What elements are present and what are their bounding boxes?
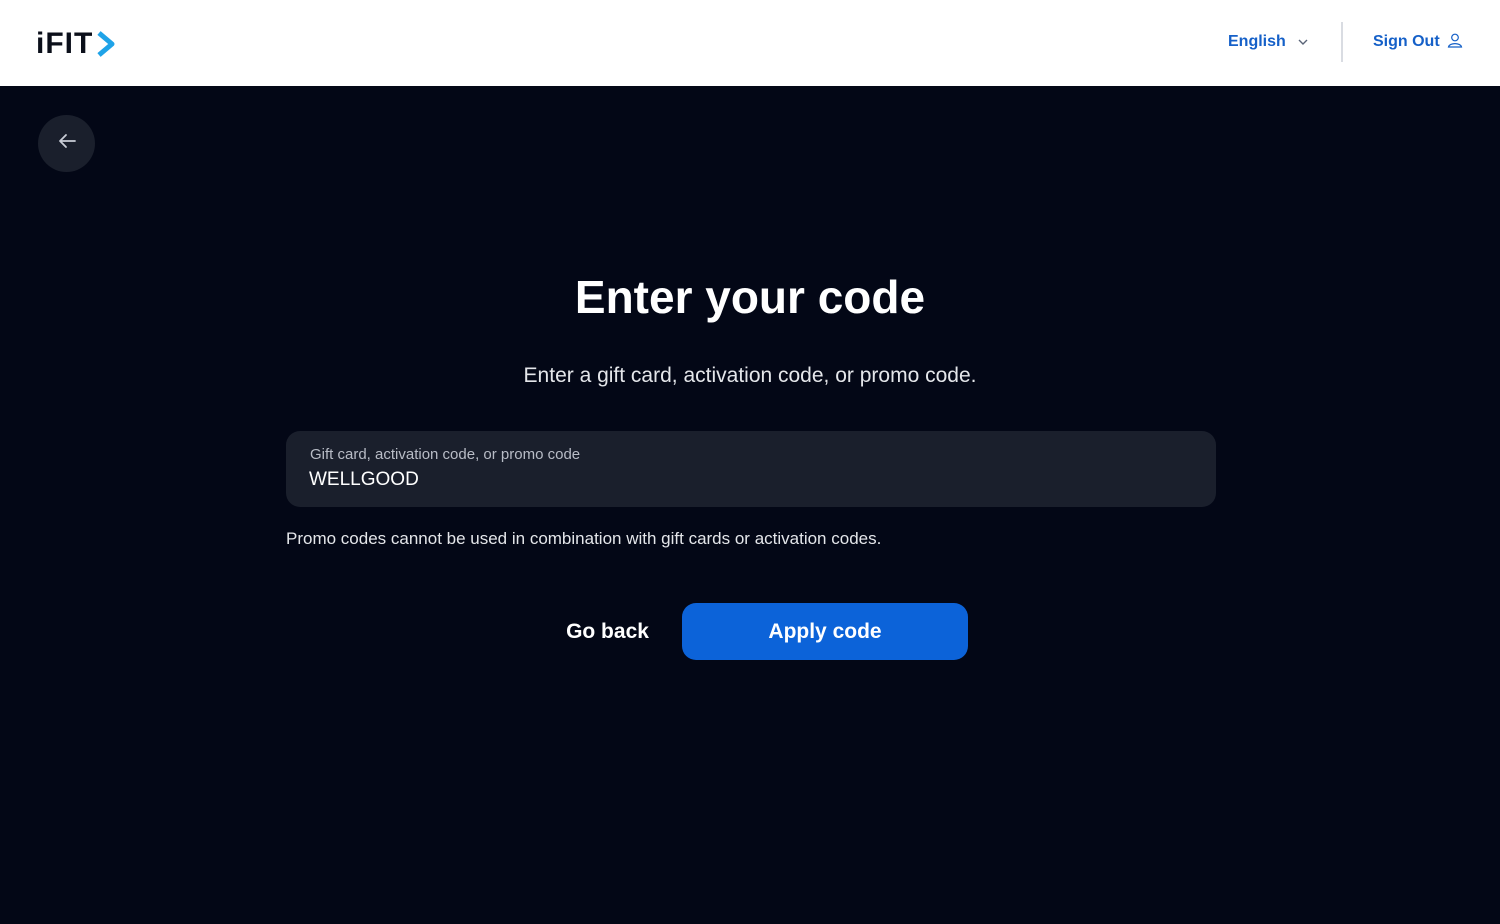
code-input[interactable]	[309, 469, 1189, 491]
promo-note: Promo codes cannot be used in combinatio…	[286, 529, 882, 548]
language-label: English	[1228, 33, 1286, 50]
page-title: Enter your code	[574, 271, 926, 323]
sign-out-button[interactable]: Sign Out	[1373, 30, 1463, 54]
sign-out-label: Sign Out	[1373, 33, 1440, 50]
top-header: iFIT English Sign Out	[0, 0, 1500, 86]
code-field[interactable]: Gift card, activation code, or promo cod…	[286, 431, 1216, 507]
apply-code-button[interactable]: Apply code	[682, 603, 968, 660]
language-selector[interactable]: English	[1228, 30, 1308, 54]
arrow-left-icon	[57, 133, 77, 154]
chevron-down-icon	[1298, 33, 1308, 51]
go-back-button[interactable]: Go back	[545, 603, 670, 660]
back-arrow-button[interactable]	[38, 115, 95, 172]
page-subtitle: Enter a gift card, activation code, or p…	[523, 364, 977, 387]
header-divider	[1341, 22, 1343, 62]
code-field-label: Gift card, activation code, or promo cod…	[310, 446, 581, 463]
ifit-logo[interactable]: iFIT	[36, 26, 117, 62]
logo-text: iFIT	[36, 27, 94, 60]
ifit-chevron-icon	[95, 31, 117, 57]
user-icon	[1447, 32, 1463, 53]
